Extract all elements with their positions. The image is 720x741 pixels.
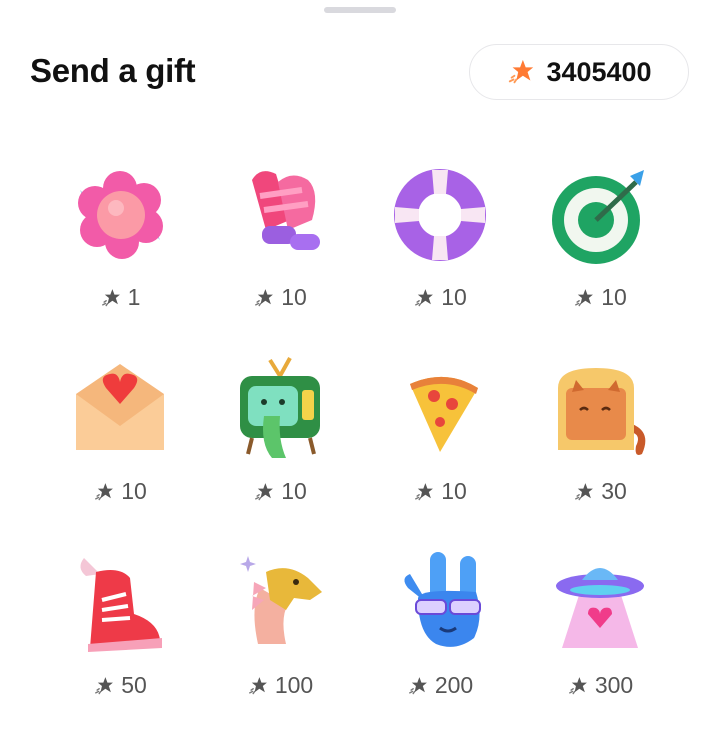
gift-price-value: 10 <box>441 284 467 310</box>
gift-price-value: 30 <box>601 478 627 504</box>
gift-item-flower[interactable]: 1 <box>50 160 190 330</box>
gift-price: 50 <box>50 672 190 699</box>
coin-icon <box>255 482 274 500</box>
gift-price-value: 10 <box>121 478 147 504</box>
gift-item-rock-hand[interactable]: 200 <box>370 548 510 718</box>
ufo-icon <box>556 568 644 648</box>
rock-hand-icon <box>404 552 481 647</box>
gift-price-value: 200 <box>434 672 474 698</box>
sheet-drag-handle[interactable] <box>324 7 396 13</box>
gift-price-value: 1 <box>127 284 141 310</box>
gift-price-value: 100 <box>274 672 314 698</box>
gift-item-mittens[interactable]: 10 <box>210 160 350 330</box>
flower-icon <box>78 171 163 259</box>
mittens-icon <box>252 171 320 250</box>
dragon-icon <box>240 556 322 644</box>
gift-price: 10 <box>210 478 350 505</box>
gift-item-dragon[interactable]: 100 <box>210 548 350 718</box>
gift-price: 1 <box>50 284 190 311</box>
balance-pill[interactable]: 3405400 <box>469 44 689 100</box>
gift-item-love-letter[interactable]: 10 <box>50 354 190 524</box>
gift-price-value: 300 <box>594 672 634 698</box>
retro-tv-icon <box>240 357 320 458</box>
gift-price-value: 50 <box>121 672 147 698</box>
winged-sneaker-icon <box>80 558 162 652</box>
coin-icon <box>575 482 594 500</box>
gift-price: 10 <box>50 478 190 505</box>
gift-price: 100 <box>210 672 350 699</box>
gift-price: 10 <box>530 284 670 311</box>
gift-price-value: 10 <box>281 478 307 504</box>
gift-item-winged-sneaker[interactable]: 50 <box>50 548 190 718</box>
gift-price: 30 <box>530 478 670 505</box>
coin-icon <box>575 288 594 306</box>
gift-price-value: 10 <box>441 478 467 504</box>
gift-item-toast-cat[interactable]: 30 <box>530 354 670 524</box>
page-title: Send a gift <box>30 52 196 89</box>
gift-price: 300 <box>530 672 670 699</box>
gift-item-target[interactable]: 10 <box>530 160 670 330</box>
coin-icon <box>248 676 267 694</box>
gift-item-retro-tv[interactable]: 10 <box>210 354 350 524</box>
coin-icon <box>95 482 114 500</box>
gift-price: 200 <box>370 672 510 699</box>
gift-price: 10 <box>370 284 510 311</box>
coin-icon <box>568 676 587 694</box>
gift-price-value: 10 <box>281 284 307 310</box>
gift-item-pizza[interactable]: 10 <box>370 354 510 524</box>
coin-icon <box>408 676 427 694</box>
coin-icon <box>415 482 434 500</box>
gift-item-ufo[interactable]: 300 <box>530 548 670 718</box>
lifebuoy-icon <box>394 169 486 261</box>
gift-item-lifebuoy[interactable]: 10 <box>370 160 510 330</box>
gift-price: 10 <box>210 284 350 311</box>
balance-amount: 3405400 <box>546 56 652 87</box>
toast-cat-icon <box>558 368 646 455</box>
pizza-icon <box>410 376 478 452</box>
target-icon <box>552 170 644 264</box>
coin-burst-icon <box>509 59 534 84</box>
love-letter-icon <box>76 364 164 450</box>
gift-price-value: 10 <box>601 284 627 310</box>
coin-icon <box>415 288 434 306</box>
coin-icon <box>101 288 120 306</box>
gift-price: 10 <box>370 478 510 505</box>
coin-icon <box>95 676 114 694</box>
coin-icon <box>255 288 274 306</box>
